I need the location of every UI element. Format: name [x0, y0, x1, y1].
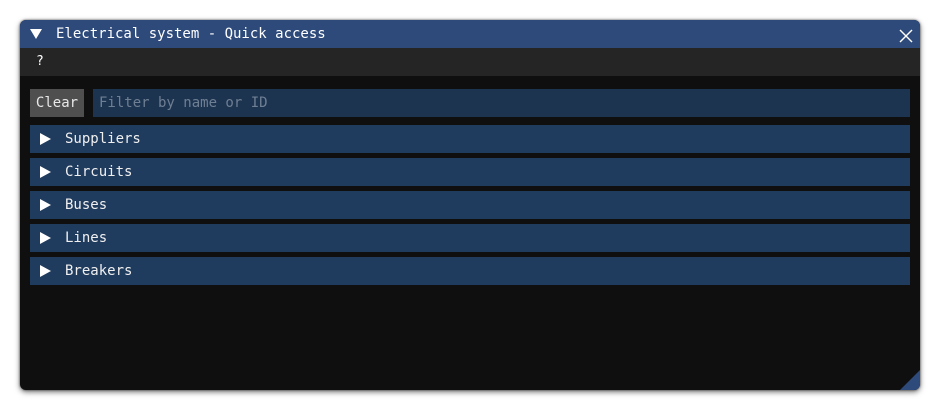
resize-grip-icon[interactable]: [900, 370, 920, 390]
section-header-breakers[interactable]: Breakers: [30, 257, 910, 285]
title-bar[interactable]: Electrical system - Quick access: [20, 20, 920, 48]
menu-bar: ?: [20, 48, 920, 76]
triangle-right-icon: [40, 133, 51, 145]
section-header-circuits[interactable]: Circuits: [30, 158, 910, 186]
section-label: Buses: [65, 197, 108, 213]
section-header-buses[interactable]: Buses: [30, 191, 910, 219]
section-label: Suppliers: [65, 131, 141, 147]
section-header-lines[interactable]: Lines: [30, 224, 910, 252]
close-button[interactable]: [898, 26, 914, 43]
section-label: Circuits: [65, 164, 133, 180]
section-label: Lines: [65, 230, 108, 246]
window-title: Electrical system - Quick access: [56, 26, 326, 42]
triangle-right-icon: [40, 265, 51, 277]
section-label: Breakers: [65, 263, 133, 279]
menu-item-help[interactable]: ?: [34, 48, 46, 76]
triangle-right-icon: [40, 232, 51, 244]
quick-access-window: Electrical system - Quick access ? Clear…: [20, 20, 920, 390]
close-icon: [899, 29, 913, 43]
triangle-right-icon: [40, 199, 51, 211]
section-header-suppliers[interactable]: Suppliers: [30, 125, 910, 153]
filter-input[interactable]: [93, 89, 910, 117]
collapse-triangle-icon[interactable]: [30, 29, 42, 39]
triangle-right-icon: [40, 166, 51, 178]
clear-button[interactable]: Clear: [30, 89, 84, 117]
